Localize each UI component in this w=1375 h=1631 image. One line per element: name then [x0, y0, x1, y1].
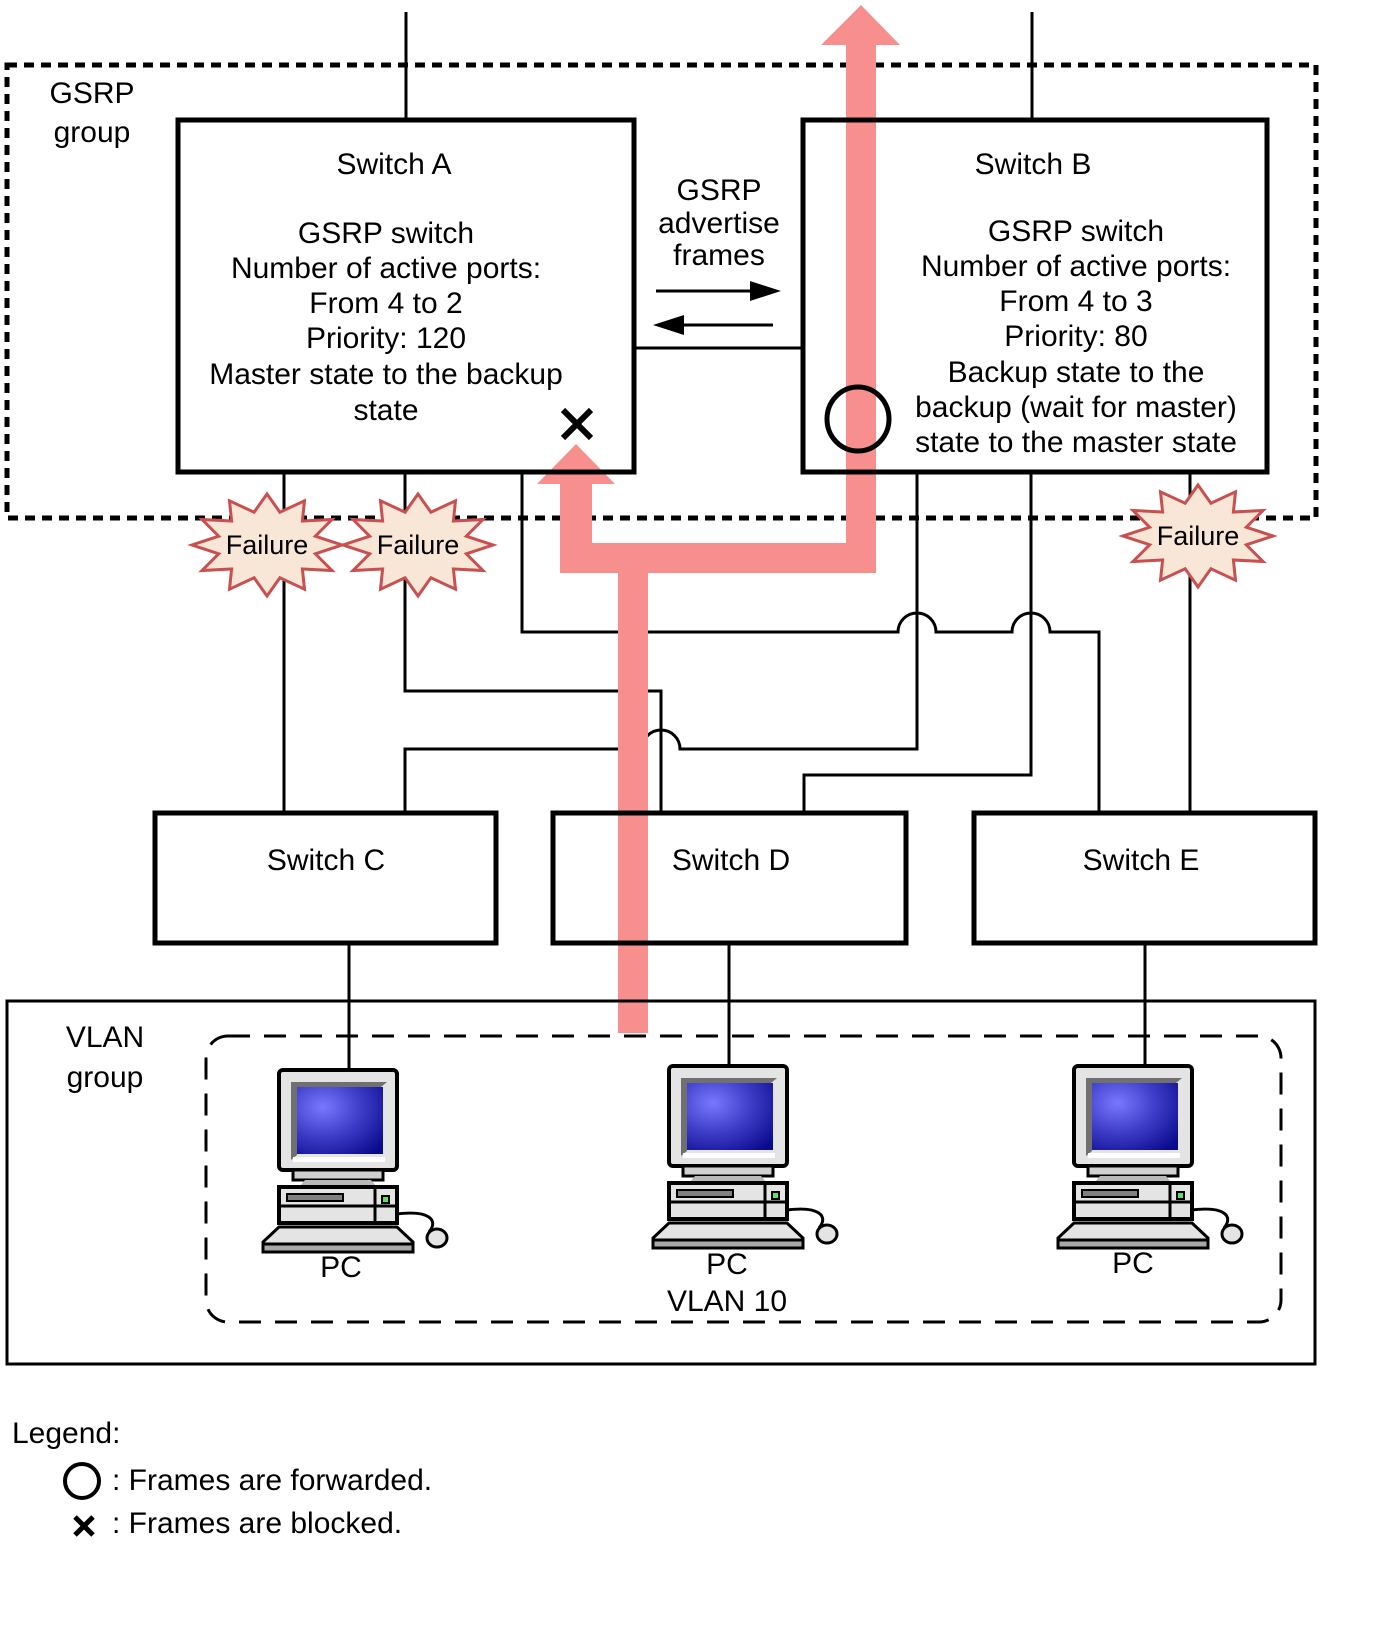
- blocked-cross-icon: [560, 407, 594, 441]
- switch-b-title: Switch B: [975, 148, 1092, 181]
- switch-a-line-2: Number of active ports:: [231, 252, 541, 285]
- switch-b-line-2: Number of active ports:: [921, 250, 1231, 283]
- pc-icon[interactable]: [1056, 1064, 1244, 1250]
- failure-burst: Failure: [187, 491, 347, 599]
- switch-b-line-1: GSRP switch: [988, 215, 1164, 248]
- legend-item-blocked: : Frames are blocked.: [112, 1507, 402, 1540]
- switch-a-line-5: Master state to the backup: [209, 358, 563, 391]
- failure-burst: Failure: [338, 491, 498, 599]
- legend-title: Legend:: [12, 1417, 120, 1450]
- pc-label: PC: [706, 1248, 748, 1281]
- gsrp-diagram: GSRP group Switch A GSRP switch Number o…: [4, 5, 1319, 1540]
- pc-icon[interactable]: [651, 1064, 839, 1250]
- switch-b-line-6: backup (wait for master): [915, 391, 1237, 424]
- advertise-label-2: advertise: [658, 207, 780, 240]
- pc-label: PC: [320, 1251, 362, 1284]
- vlan-group-label-2: group: [67, 1061, 144, 1094]
- failure-burst: Failure: [1118, 482, 1278, 590]
- switch-c-title: Switch C: [267, 844, 385, 877]
- switch-b-line-7: state to the master state: [915, 426, 1237, 459]
- legend-item-forwarded: : Frames are forwarded.: [112, 1464, 432, 1497]
- arrow-right-icon: [656, 281, 781, 301]
- failure-label: Failure: [1157, 521, 1240, 551]
- failure-label: Failure: [226, 530, 309, 560]
- gsrp-group-label-2: group: [54, 116, 131, 149]
- switch-c-box[interactable]: [152, 810, 499, 946]
- switch-a-line-6: state: [353, 394, 418, 427]
- switch-e-title: Switch E: [1083, 844, 1200, 877]
- legend-circle-icon: [63, 1462, 101, 1500]
- pc-icon[interactable]: [261, 1068, 449, 1254]
- switch-d-title: Switch D: [672, 844, 790, 877]
- switch-a-title: Switch A: [336, 148, 451, 181]
- switch-d-box[interactable]: [550, 810, 909, 946]
- switch-b-line-5: Backup state to the: [948, 356, 1205, 389]
- legend-cross-icon: [73, 1515, 95, 1537]
- pc-vlan-label: VLAN 10: [667, 1285, 787, 1318]
- gsrp-group-label-1: GSRP: [49, 77, 134, 110]
- switch-e-box[interactable]: [971, 810, 1318, 946]
- pc-label: PC: [1112, 1247, 1154, 1280]
- vlan-group-label-1: VLAN: [66, 1021, 144, 1054]
- failure-label: Failure: [377, 530, 460, 560]
- switch-a-line-4: Priority: 120: [306, 322, 466, 355]
- advertise-label-1: GSRP: [676, 174, 761, 207]
- switch-b-line-3: From 4 to 3: [999, 285, 1152, 318]
- switch-a-line-1: GSRP switch: [298, 217, 474, 250]
- advertise-label-3: frames: [673, 239, 765, 272]
- arrow-left-icon: [653, 315, 773, 335]
- switch-b-line-4: Priority: 80: [1004, 320, 1147, 353]
- switch-a-line-3: From 4 to 2: [309, 287, 462, 320]
